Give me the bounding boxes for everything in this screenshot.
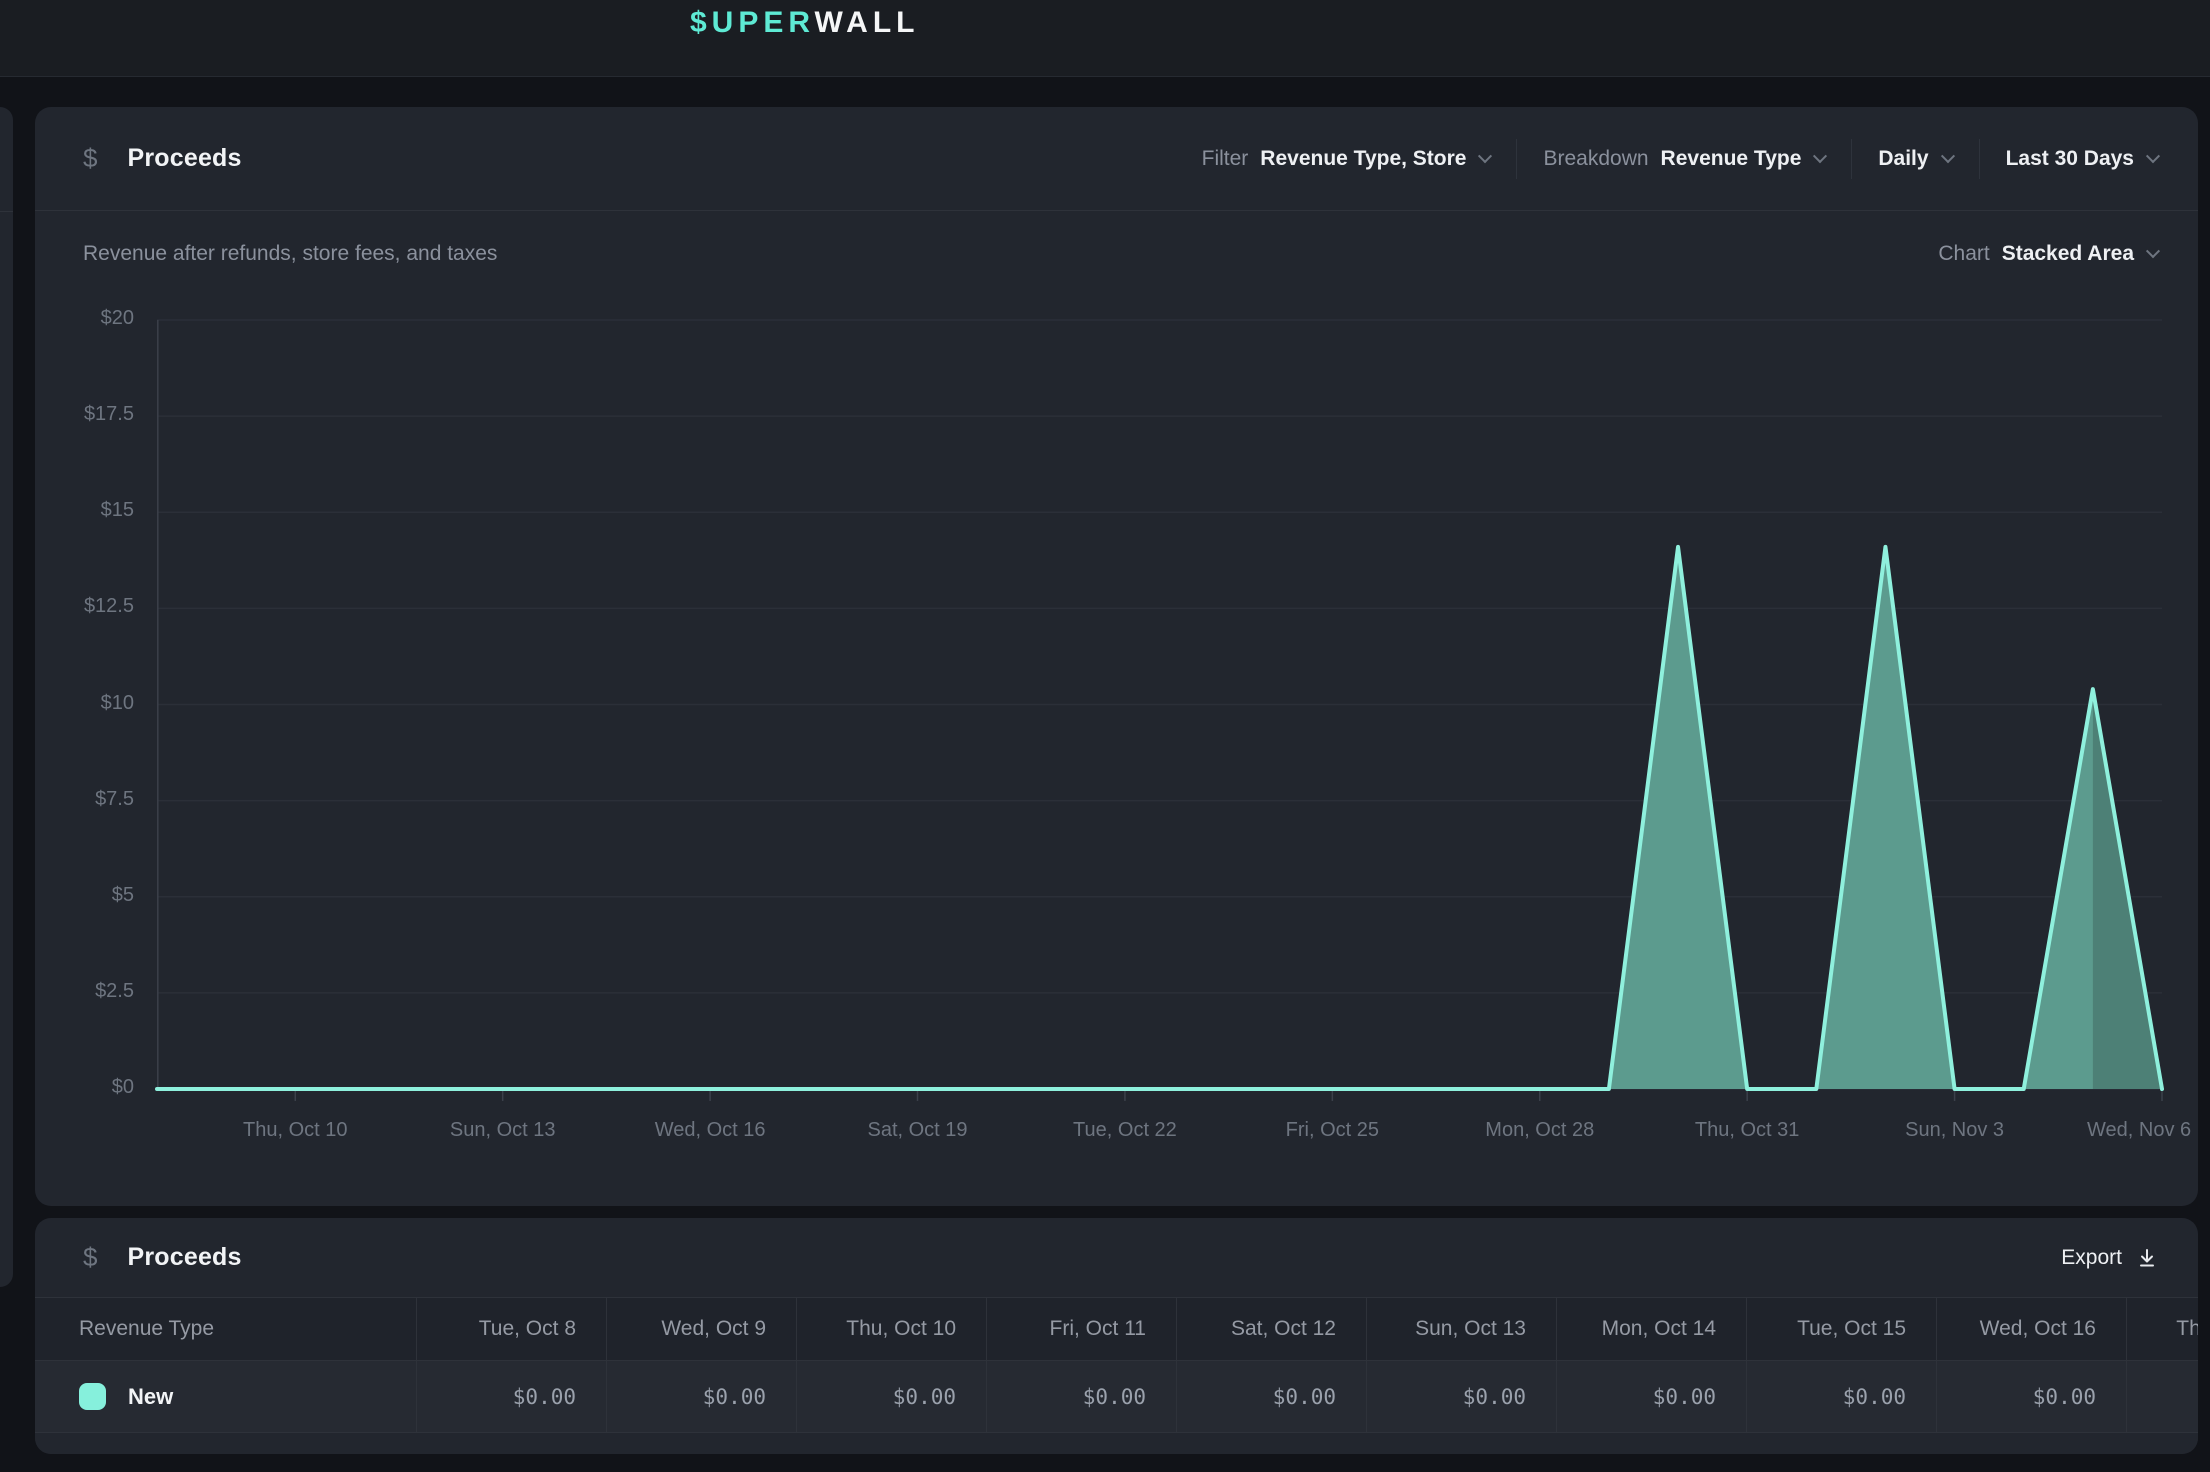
value-cell: $0.00 <box>606 1361 796 1432</box>
value-cell: $0.00 <box>1176 1361 1366 1432</box>
column-header-date: Mon, Oct 14 <box>1556 1298 1746 1360</box>
value-cell: $0.00 <box>1556 1361 1746 1432</box>
filter-label: Filter <box>1202 147 1249 171</box>
y-axis-tick-label: $17.5 <box>84 403 134 426</box>
column-header-date: Tue, Oct 8 <box>416 1298 606 1360</box>
table-card-header: $ Proceeds Export <box>35 1218 2198 1297</box>
column-header-date: Wed, Oct 9 <box>606 1298 796 1360</box>
value-cell: $0.00 <box>416 1361 606 1432</box>
stacked-area-chart <box>157 320 2162 1110</box>
x-axis-tick-label: Wed, Oct 16 <box>655 1119 766 1142</box>
chart-card-header: $ Proceeds Filter Revenue Type, Store Br… <box>35 107 2198 211</box>
divider <box>1516 139 1517 179</box>
superwall-logo[interactable]: $UPERWALL <box>690 6 919 40</box>
y-axis-tick-label: $20 <box>101 307 134 330</box>
chart-type-value: Stacked Area <box>2002 242 2134 266</box>
dollar-icon: $ <box>83 143 97 174</box>
x-axis-tick-label: Sat, Oct 19 <box>867 1119 967 1142</box>
y-axis-tick-label: $15 <box>101 499 134 522</box>
y-axis-labels: $0$2.5$5$7.5$10$12.5$15$17.5$20 <box>35 320 134 1089</box>
page-title: Proceeds <box>127 144 241 173</box>
proceeds-table-card: $ Proceeds Export Revenue TypeTue, Oct 8… <box>35 1218 2198 1454</box>
table-header-row: Revenue TypeTue, Oct 8Wed, Oct 9Thu, Oct… <box>35 1297 2198 1360</box>
table-bottom-strip <box>35 1432 2198 1454</box>
x-axis-tick-label: Mon, Oct 28 <box>1485 1119 1594 1142</box>
y-axis-tick-label: $7.5 <box>95 788 134 811</box>
divider <box>1979 139 1980 179</box>
logo-rest-text: WALL <box>815 6 920 39</box>
date-range-dropdown[interactable]: Last 30 Days <box>2006 147 2158 171</box>
chart-type-dropdown[interactable]: Chart Stacked Area <box>1938 242 2158 266</box>
x-axis-labels: Thu, Oct 10 Sun, Oct 13 Wed, Oct 16 Sat, Oc… <box>157 1119 2162 1149</box>
column-header-date: Thu, Oct 10 <box>796 1298 986 1360</box>
column-header-date: Thu, Oct 17 <box>2126 1298 2198 1360</box>
chart-subtitle: Revenue after refunds, store fees, and t… <box>83 242 497 266</box>
interval-dropdown[interactable]: Daily <box>1878 147 1952 171</box>
x-axis-tick-label: Fri, Oct 25 <box>1286 1119 1379 1142</box>
y-axis-tick-label: $12.5 <box>84 595 134 618</box>
column-header-date: Tue, Oct 15 <box>1746 1298 1936 1360</box>
value-cell: $0.00 <box>2126 1361 2198 1432</box>
x-axis-tick-label: Thu, Oct 31 <box>1695 1119 1800 1142</box>
breakdown-value: Revenue Type <box>1661 147 1802 171</box>
column-header-date: Fri, Oct 11 <box>986 1298 1176 1360</box>
value-cell: $0.00 <box>986 1361 1176 1432</box>
series-color-swatch <box>79 1383 106 1410</box>
value-cell: $0.00 <box>796 1361 986 1432</box>
x-axis-tick-label: Sun, Oct 13 <box>450 1119 556 1142</box>
chart-subtitle-row: Revenue after refunds, store fees, and t… <box>35 211 2198 297</box>
chart-type-label: Chart <box>1938 242 1989 266</box>
revenue-type-cell: New <box>35 1361 416 1432</box>
value-cell: $0.00 <box>1366 1361 1556 1432</box>
y-axis-tick-label: $0 <box>112 1076 134 1099</box>
table-title: Proceeds <box>127 1243 241 1272</box>
breakdown-dropdown[interactable]: Breakdown Revenue Type <box>1543 147 1825 171</box>
column-header-date: Wed, Oct 16 <box>1936 1298 2126 1360</box>
dollar-icon: $ <box>83 1242 97 1273</box>
chevron-down-icon <box>1813 149 1827 163</box>
export-button[interactable]: Export <box>2061 1246 2158 1270</box>
divider <box>1851 139 1852 179</box>
x-axis-tick-label: Thu, Oct 10 <box>243 1119 348 1142</box>
chevron-down-icon <box>2146 244 2160 258</box>
y-axis-tick-label: $5 <box>112 884 134 907</box>
y-axis-tick-label: $2.5 <box>95 980 134 1003</box>
chevron-down-icon <box>2146 149 2160 163</box>
table-row: New$0.00$0.00$0.00$0.00$0.00$0.00$0.00$0… <box>35 1360 2198 1432</box>
top-navigation-bar: $UPERWALL <box>0 0 2210 77</box>
filter-dropdown[interactable]: Filter Revenue Type, Store <box>1202 147 1491 171</box>
date-range-value: Last 30 Days <box>2006 147 2134 171</box>
proceeds-chart-card: $ Proceeds Filter Revenue Type, Store Br… <box>35 107 2198 1206</box>
chevron-down-icon <box>1478 149 1492 163</box>
breakdown-label: Breakdown <box>1543 147 1648 171</box>
offscreen-left-card <box>0 107 13 1287</box>
x-axis-tick-label: Tue, Oct 22 <box>1073 1119 1177 1142</box>
logo-accent-text: $UPER <box>690 6 815 39</box>
download-icon <box>2136 1247 2158 1269</box>
proceeds-table: Revenue TypeTue, Oct 8Wed, Oct 9Thu, Oct… <box>35 1297 2198 1454</box>
x-axis-tick-label: Wed, Nov 6 <box>2087 1119 2191 1142</box>
column-header-revenue-type: Revenue Type <box>35 1298 416 1360</box>
column-header-date: Sun, Oct 13 <box>1366 1298 1556 1360</box>
offscreen-card-divider <box>0 211 13 212</box>
filter-value: Revenue Type, Store <box>1260 147 1466 171</box>
export-label: Export <box>2061 1246 2122 1270</box>
chevron-down-icon <box>1941 149 1955 163</box>
x-axis-tick-label: Sun, Nov 3 <box>1905 1119 2004 1142</box>
value-cell: $0.00 <box>1936 1361 2126 1432</box>
value-cell: $0.00 <box>1746 1361 1936 1432</box>
chart-controls: Filter Revenue Type, Store Breakdown Rev… <box>1202 139 2158 179</box>
interval-value: Daily <box>1878 147 1928 171</box>
column-header-date: Sat, Oct 12 <box>1176 1298 1366 1360</box>
y-axis-tick-label: $10 <box>101 692 134 715</box>
series-label: New <box>128 1384 173 1410</box>
